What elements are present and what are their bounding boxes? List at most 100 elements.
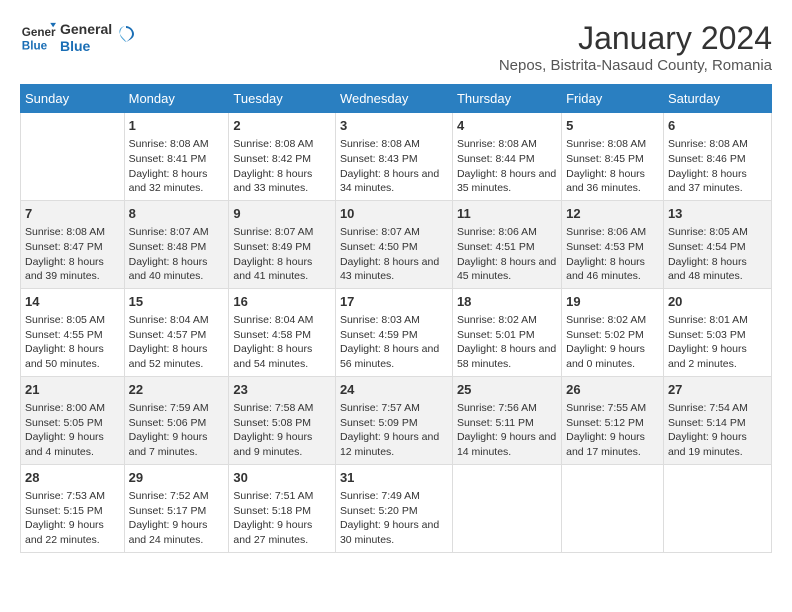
calendar-cell: 21 Sunrise: 8:00 AMSunset: 5:05 PMDayligh… <box>21 376 125 464</box>
calendar-cell <box>562 464 664 552</box>
day-number: 2 <box>233 117 331 135</box>
day-number: 20 <box>668 293 767 311</box>
svg-text:Blue: Blue <box>22 40 48 53</box>
day-number: 29 <box>129 469 225 487</box>
day-detail: Sunrise: 7:58 AMSunset: 5:08 PMDaylight:… <box>233 401 331 460</box>
calendar-cell: 13Sunrise: 8:05 AMSunset: 4:54 PMDayligh… <box>663 200 771 288</box>
calendar-table: SundayMondayTuesdayWednesdayThursdayFrid… <box>20 84 772 553</box>
day-detail: Sunrise: 8:04 AMSunset: 4:57 PMDaylight:… <box>129 313 225 372</box>
weekday-header-thursday: Thursday <box>452 85 561 113</box>
day-detail: Sunrise: 8:08 AMSunset: 8:41 PMDaylight:… <box>129 137 225 196</box>
day-number: 16 <box>233 293 331 311</box>
day-detail: Sunrise: 8:01 AMSunset: 5:03 PMDaylight:… <box>668 313 767 372</box>
day-detail: Sunrise: 7:53 AMSunset: 5:15 PMDaylight:… <box>25 489 120 548</box>
weekday-header-row: SundayMondayTuesdayWednesdayThursdayFrid… <box>21 85 772 113</box>
header: General Blue General Blue January 2024 N… <box>20 20 772 74</box>
calendar-week-row: 1 Sunrise: 8:08 AMSunset: 8:41 PMDaylight… <box>21 113 772 201</box>
day-number: 24 <box>340 381 448 399</box>
calendar-cell: 27 Sunrise: 7:54 AMSunset: 5:14 PMDayligh… <box>663 376 771 464</box>
main-title: January 2024 <box>499 20 772 57</box>
calendar-cell: 17 Sunrise: 8:03 AMSunset: 4:59 PMDayligh… <box>335 288 452 376</box>
weekday-header-saturday: Saturday <box>663 85 771 113</box>
day-detail: Sunrise: 8:00 AMSunset: 5:05 PMDaylight:… <box>25 401 120 460</box>
day-detail: Sunrise: 8:05 AMSunset: 4:55 PMDaylight:… <box>25 313 120 372</box>
day-number: 3 <box>340 117 448 135</box>
calendar-cell: 14 Sunrise: 8:05 AMSunset: 4:55 PMDayligh… <box>21 288 125 376</box>
day-number: 15 <box>129 293 225 311</box>
day-detail: Sunrise: 7:55 AMSunset: 5:12 PMDaylight:… <box>566 401 659 460</box>
day-number: 23 <box>233 381 331 399</box>
calendar-cell: 5 Sunrise: 8:08 AMSunset: 8:45 PMDaylight… <box>562 113 664 201</box>
weekday-header-friday: Friday <box>562 85 664 113</box>
day-detail: Sunrise: 8:07 AMSunset: 4:50 PMDaylight:… <box>340 225 448 284</box>
day-detail: Sunrise: 8:08 AMSunset: 8:44 PMDaylight:… <box>457 137 557 196</box>
logo-general: General <box>60 21 112 38</box>
day-number: 12 <box>566 205 659 223</box>
calendar-cell: 12 Sunrise: 8:06 AMSunset: 4:53 PMDayligh… <box>562 200 664 288</box>
calendar-cell: 7 Sunrise: 8:08 AMSunset: 8:47 PMDaylight… <box>21 200 125 288</box>
day-number: 17 <box>340 293 448 311</box>
day-detail: Sunrise: 8:07 AMSunset: 8:49 PMDaylight:… <box>233 225 331 284</box>
day-detail: Sunrise: 8:02 AMSunset: 5:01 PMDaylight:… <box>457 313 557 372</box>
calendar-week-row: 21 Sunrise: 8:00 AMSunset: 5:05 PMDayligh… <box>21 376 772 464</box>
day-detail: Sunrise: 8:05 AMSunset: 4:54 PMDaylight:… <box>668 225 767 284</box>
day-detail: Sunrise: 7:54 AMSunset: 5:14 PMDaylight:… <box>668 401 767 460</box>
calendar-week-row: 7 Sunrise: 8:08 AMSunset: 8:47 PMDaylight… <box>21 200 772 288</box>
day-number: 9 <box>233 205 331 223</box>
calendar-cell: 20 Sunrise: 8:01 AMSunset: 5:03 PMDayligh… <box>663 288 771 376</box>
weekday-header-tuesday: Tuesday <box>229 85 336 113</box>
calendar-cell: 8Sunrise: 8:07 AMSunset: 8:48 PMDaylight… <box>124 200 229 288</box>
calendar-cell: 10 Sunrise: 8:07 AMSunset: 4:50 PMDayligh… <box>335 200 452 288</box>
day-detail: Sunrise: 8:06 AMSunset: 4:53 PMDaylight:… <box>566 225 659 284</box>
day-number: 14 <box>25 293 120 311</box>
calendar-cell: 24 Sunrise: 7:57 AMSunset: 5:09 PMDayligh… <box>335 376 452 464</box>
day-detail: Sunrise: 8:03 AMSunset: 4:59 PMDaylight:… <box>340 313 448 372</box>
day-detail: Sunrise: 8:08 AMSunset: 8:46 PMDaylight:… <box>668 137 767 196</box>
calendar-cell: 16Sunrise: 8:04 AMSunset: 4:58 PMDayligh… <box>229 288 336 376</box>
day-number: 27 <box>668 381 767 399</box>
calendar-cell: 11Sunrise: 8:06 AMSunset: 4:51 PMDayligh… <box>452 200 561 288</box>
day-number: 28 <box>25 469 120 487</box>
logo-bird-icon <box>116 24 136 52</box>
calendar-cell: 29Sunrise: 7:52 AMSunset: 5:17 PMDayligh… <box>124 464 229 552</box>
day-detail: Sunrise: 8:08 AMSunset: 8:43 PMDaylight:… <box>340 137 448 196</box>
subtitle: Nepos, Bistrita-Nasaud County, Romania <box>499 57 772 74</box>
title-block: January 2024 Nepos, Bistrita-Nasaud Coun… <box>499 20 772 74</box>
day-number: 6 <box>668 117 767 135</box>
day-detail: Sunrise: 7:59 AMSunset: 5:06 PMDaylight:… <box>129 401 225 460</box>
day-number: 25 <box>457 381 557 399</box>
calendar-cell: 18Sunrise: 8:02 AMSunset: 5:01 PMDayligh… <box>452 288 561 376</box>
logo-icon: General Blue <box>20 20 56 56</box>
day-detail: Sunrise: 8:02 AMSunset: 5:02 PMDaylight:… <box>566 313 659 372</box>
calendar-cell: 22 Sunrise: 7:59 AMSunset: 5:06 PMDayligh… <box>124 376 229 464</box>
calendar-cell: 15 Sunrise: 8:04 AMSunset: 4:57 PMDayligh… <box>124 288 229 376</box>
calendar-cell: 25Sunrise: 7:56 AMSunset: 5:11 PMDayligh… <box>452 376 561 464</box>
day-number: 19 <box>566 293 659 311</box>
day-number: 22 <box>129 381 225 399</box>
day-number: 26 <box>566 381 659 399</box>
calendar-cell: 23 Sunrise: 7:58 AMSunset: 5:08 PMDayligh… <box>229 376 336 464</box>
calendar-cell: 4Sunrise: 8:08 AMSunset: 8:44 PMDaylight… <box>452 113 561 201</box>
day-number: 5 <box>566 117 659 135</box>
day-detail: Sunrise: 8:08 AMSunset: 8:45 PMDaylight:… <box>566 137 659 196</box>
day-detail: Sunrise: 7:49 AMSunset: 5:20 PMDaylight:… <box>340 489 448 548</box>
day-detail: Sunrise: 8:08 AMSunset: 8:47 PMDaylight:… <box>25 225 120 284</box>
day-detail: Sunrise: 7:57 AMSunset: 5:09 PMDaylight:… <box>340 401 448 460</box>
calendar-cell: 30 Sunrise: 7:51 AMSunset: 5:18 PMDayligh… <box>229 464 336 552</box>
svg-text:General: General <box>22 26 56 39</box>
day-detail: Sunrise: 8:08 AMSunset: 8:42 PMDaylight:… <box>233 137 331 196</box>
logo-blue: Blue <box>60 38 112 55</box>
weekday-header-sunday: Sunday <box>21 85 125 113</box>
calendar-cell <box>663 464 771 552</box>
calendar-cell <box>21 113 125 201</box>
calendar-week-row: 14 Sunrise: 8:05 AMSunset: 4:55 PMDayligh… <box>21 288 772 376</box>
day-number: 10 <box>340 205 448 223</box>
day-detail: Sunrise: 7:51 AMSunset: 5:18 PMDaylight:… <box>233 489 331 548</box>
calendar-week-row: 28 Sunrise: 7:53 AMSunset: 5:15 PMDayligh… <box>21 464 772 552</box>
day-number: 1 <box>129 117 225 135</box>
day-detail: Sunrise: 8:06 AMSunset: 4:51 PMDaylight:… <box>457 225 557 284</box>
calendar-cell <box>452 464 561 552</box>
day-number: 30 <box>233 469 331 487</box>
day-number: 21 <box>25 381 120 399</box>
day-number: 7 <box>25 205 120 223</box>
